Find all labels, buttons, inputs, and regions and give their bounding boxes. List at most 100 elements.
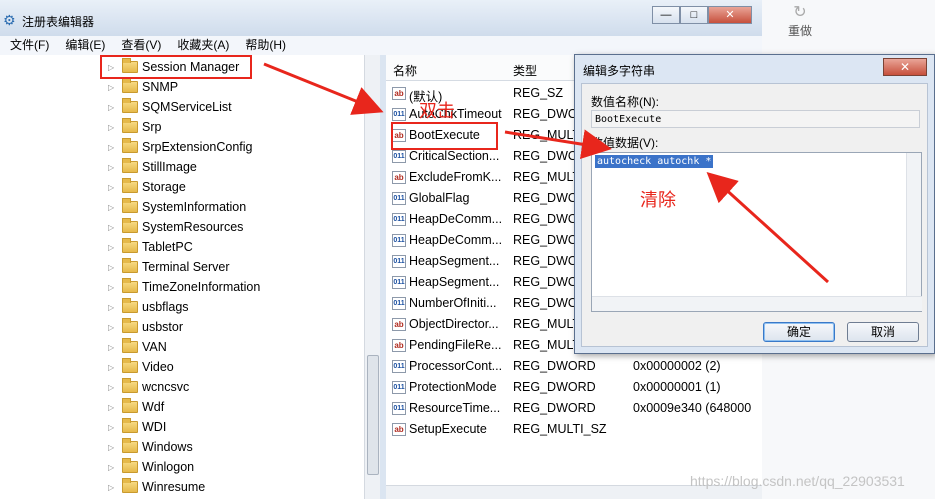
tree-item[interactable]: ▷ StillImage — [108, 157, 197, 177]
selected-data-text[interactable]: autocheck autochk * — [595, 155, 714, 168]
dialog-title: 编辑多字符串 — [583, 64, 656, 78]
annotation-box-session-manager — [100, 55, 252, 79]
binary-value-icon: 011 — [392, 381, 406, 394]
menu-edit[interactable]: 编辑(E) — [65, 36, 105, 55]
tree-item[interactable]: ▷ Terminal Server — [108, 257, 230, 277]
expand-arrow-icon[interactable]: ▷ — [108, 423, 120, 432]
tree-scroll-thumb[interactable] — [367, 355, 379, 475]
string-value-icon: ab — [392, 339, 406, 352]
expand-arrow-icon[interactable]: ▷ — [108, 263, 120, 272]
expand-arrow-icon[interactable]: ▷ — [108, 163, 120, 172]
tree-item[interactable]: ▷ Video — [108, 357, 174, 377]
folder-icon — [122, 198, 138, 213]
value-name-label: 数值名称(N): — [591, 95, 659, 109]
folder-icon — [122, 478, 138, 493]
expand-arrow-icon[interactable]: ▷ — [108, 243, 120, 252]
column-header-type[interactable]: 类型 — [513, 62, 537, 79]
tree-item[interactable]: ▷ VAN — [108, 337, 167, 357]
folder-icon — [122, 98, 138, 113]
tree-item-label: usbflags — [142, 300, 189, 314]
menu-file[interactable]: 文件(F) — [10, 36, 49, 55]
tree-item-label: Winresume — [142, 480, 206, 494]
folder-icon — [122, 78, 138, 93]
tree-item[interactable]: ▷ SQMServiceList — [108, 97, 232, 117]
tree-item[interactable]: ▷ TabletPC — [108, 237, 193, 257]
menu-favorites[interactable]: 收藏夹(A) — [177, 36, 229, 55]
expand-arrow-icon[interactable]: ▷ — [108, 83, 120, 92]
tree-item[interactable]: ▷ WDI — [108, 417, 166, 437]
expand-arrow-icon[interactable]: ▷ — [108, 483, 120, 492]
expand-arrow-icon[interactable]: ▷ — [108, 303, 120, 312]
close-button[interactable]: ✕ — [708, 6, 752, 24]
expand-arrow-icon[interactable]: ▷ — [108, 463, 120, 472]
dialog-close-button[interactable]: ✕ — [883, 58, 927, 76]
value-name: ExcludeFromK... — [409, 170, 502, 184]
tree-item-label: Winlogon — [142, 460, 195, 474]
folder-icon — [122, 238, 138, 253]
expand-arrow-icon[interactable]: ▷ — [108, 143, 120, 152]
expand-arrow-icon[interactable]: ▷ — [108, 223, 120, 232]
value-row[interactable]: 011 ProtectionMode REG_DWORD 0x00000001 (1) — [386, 377, 762, 398]
redo-button[interactable]: ↻ 重做 — [780, 2, 820, 39]
value-name: ResourceTime... — [409, 401, 501, 415]
expand-arrow-icon[interactable]: ▷ — [108, 383, 120, 392]
tree-item[interactable]: ▷ Winlogon — [108, 457, 194, 477]
tree-item[interactable]: ▷ SystemResources — [108, 217, 243, 237]
key-tree: ▷ Session Manager ▷ SNMP ▷ SQMServiceList ▷ Srp… — [0, 55, 380, 499]
expand-arrow-icon[interactable]: ▷ — [108, 203, 120, 212]
tree-item-label: TabletPC — [142, 240, 193, 254]
maximize-button[interactable]: □ — [680, 6, 708, 24]
tree-item[interactable]: ▷ SystemInformation — [108, 197, 246, 217]
folder-icon — [122, 358, 138, 373]
value-row[interactable]: 011 ProcessorCont... REG_DWORD 0x00000002 (… — [386, 356, 762, 377]
value-name: HeapSegment... — [409, 254, 500, 268]
tree-item[interactable]: ▷ SNMP — [108, 77, 178, 97]
expand-arrow-icon[interactable]: ▷ — [108, 343, 120, 352]
tree-item-label: wcncsvc — [142, 380, 190, 394]
expand-arrow-icon[interactable]: ▷ — [108, 103, 120, 112]
tree-item[interactable]: ▷ usbflags — [108, 297, 189, 317]
regedit-app-icon: ⚙ — [3, 12, 16, 28]
binary-value-icon: 011 — [392, 192, 406, 205]
menu-help[interactable]: 帮助(H) — [245, 36, 286, 55]
tree-item[interactable]: ▷ SrpExtensionConfig — [108, 137, 252, 157]
expand-arrow-icon[interactable]: ▷ — [108, 183, 120, 192]
string-value-icon: ab — [392, 171, 406, 184]
expand-arrow-icon[interactable]: ▷ — [108, 123, 120, 132]
folder-icon — [122, 138, 138, 153]
ok-button[interactable]: 确定 — [763, 322, 835, 342]
value-data: 0x00000001 (1) — [633, 380, 721, 394]
expand-arrow-icon[interactable]: ▷ — [108, 323, 120, 332]
tree-item[interactable]: ▷ usbstor — [108, 317, 183, 337]
tree-item-label: Wdf — [142, 400, 165, 414]
value-row[interactable]: 011 ResourceTime... REG_DWORD 0x0009e340 (6… — [386, 398, 762, 419]
tree-item[interactable]: ▷ TimeZoneInformation — [108, 277, 260, 297]
expand-arrow-icon[interactable]: ▷ — [108, 403, 120, 412]
folder-icon — [122, 398, 138, 413]
tree-item[interactable]: ▷ Wdf — [108, 397, 164, 417]
folder-icon — [122, 158, 138, 173]
cancel-button[interactable]: 取消 — [847, 322, 919, 342]
tree-item-label: Storage — [142, 180, 186, 194]
value-row[interactable]: ab SetupExecute REG_MULTI_SZ — [386, 419, 762, 440]
textarea-horizontal-scrollbar[interactable] — [592, 296, 922, 311]
value-data-textarea[interactable]: autocheck autochk * — [591, 152, 922, 312]
binary-value-icon: 011 — [392, 234, 406, 247]
expand-arrow-icon[interactable]: ▷ — [108, 363, 120, 372]
folder-icon — [122, 298, 138, 313]
value-name: ProcessorCont... — [409, 359, 503, 373]
tree-item[interactable]: ▷ Windows — [108, 437, 193, 457]
expand-arrow-icon[interactable]: ▷ — [108, 283, 120, 292]
tree-item[interactable]: ▷ wcncsvc — [108, 377, 189, 397]
tree-scrollbar[interactable] — [364, 55, 380, 499]
tree-item[interactable]: ▷ Srp — [108, 117, 161, 137]
tree-item[interactable]: ▷ Winresume — [108, 477, 205, 497]
folder-icon — [122, 438, 138, 453]
menu-view[interactable]: 查看(V) — [121, 36, 161, 55]
textarea-vertical-scrollbar[interactable] — [906, 153, 921, 296]
tree-item-label: SNMP — [142, 80, 179, 94]
column-header-name[interactable]: 名称 — [393, 62, 417, 79]
expand-arrow-icon[interactable]: ▷ — [108, 443, 120, 452]
minimize-button[interactable]: — — [652, 6, 680, 24]
tree-item[interactable]: ▷ Storage — [108, 177, 186, 197]
